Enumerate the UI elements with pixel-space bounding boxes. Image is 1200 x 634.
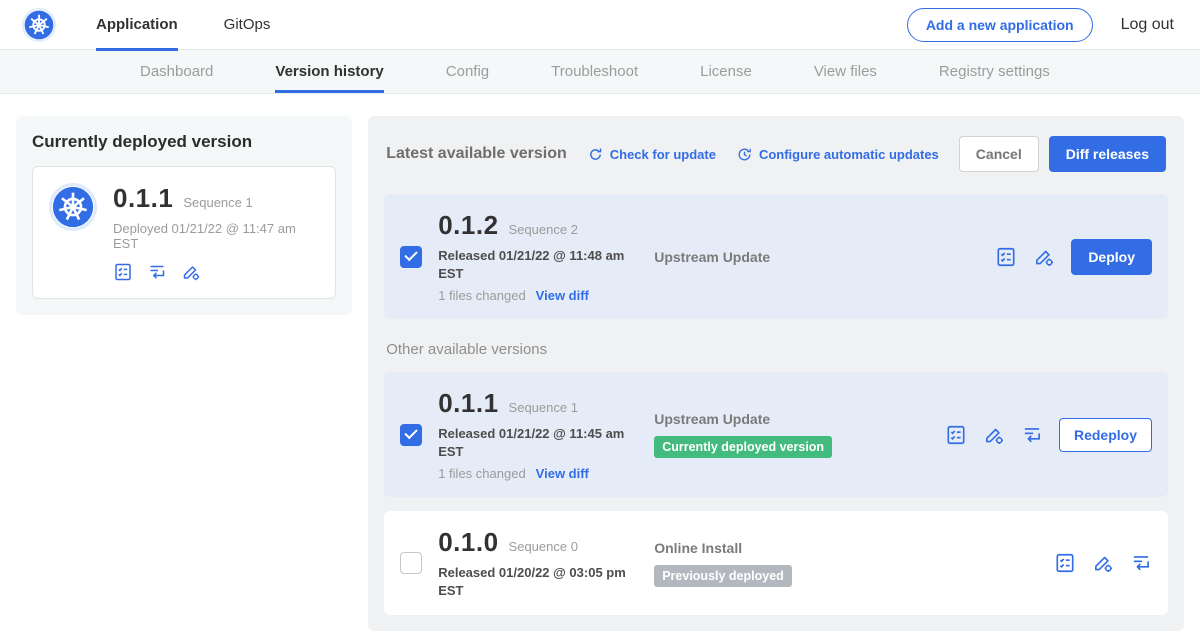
currently-deployed-card: Currently deployed version 0.1.1 Sequenc… (16, 116, 352, 315)
top-nav: Application GitOps Add a new application… (0, 0, 1200, 50)
app-subnav: Dashboard Version history Config Trouble… (0, 50, 1200, 94)
cancel-button[interactable]: Cancel (959, 136, 1039, 172)
version-checkbox[interactable] (400, 552, 422, 574)
currently-deployed-badge: Currently deployed version (654, 436, 832, 458)
sequence-label: Sequence 1 (509, 400, 578, 415)
view-diff-link[interactable]: View diff (536, 466, 589, 481)
latest-available-title: Latest available version (386, 145, 567, 163)
version-number: 0.1.1 (438, 388, 498, 419)
subnav-item-view-files[interactable]: View files (814, 50, 877, 93)
deployed-version-card: 0.1.1 Sequence 1 Deployed 01/21/22 @ 11:… (32, 166, 336, 299)
deployed-timestamp: Deployed 01/21/22 @ 11:47 am EST (113, 221, 319, 251)
add-application-button[interactable]: Add a new application (907, 8, 1093, 42)
version-source-label: Online Install (654, 540, 1038, 556)
subnav-item-troubleshoot[interactable]: Troubleshoot (551, 50, 638, 93)
diff-icon[interactable] (1021, 424, 1043, 446)
files-changed-label: 1 files changed (438, 288, 525, 303)
panel-header: Latest available version Check for updat… (384, 132, 1168, 180)
release-notes-icon[interactable] (995, 246, 1017, 268)
released-timestamp: Released 01/20/22 @ 03:05 pm EST (438, 564, 628, 599)
refresh-icon (587, 146, 604, 163)
released-timestamp: Released 01/21/22 @ 11:48 am EST (438, 247, 628, 282)
version-row-0-1-0: 0.1.0 Sequence 0 Released 01/20/22 @ 03:… (384, 511, 1168, 615)
diff-icon[interactable] (1130, 552, 1152, 574)
view-diff-link[interactable]: View diff (536, 288, 589, 303)
edit-config-icon[interactable] (983, 424, 1005, 446)
release-notes-icon[interactable] (1054, 552, 1076, 574)
version-number: 0.1.2 (438, 210, 498, 241)
top-tab-gitops[interactable]: GitOps (224, 0, 271, 50)
clock-refresh-icon (736, 146, 753, 163)
version-row-0-1-1: 0.1.1 Sequence 1 Released 01/21/22 @ 11:… (384, 372, 1168, 497)
subnav-item-config[interactable]: Config (446, 50, 489, 93)
diff-icon[interactable] (147, 262, 167, 282)
check-for-update-link[interactable]: Check for update (587, 146, 716, 163)
check-for-update-label: Check for update (610, 147, 716, 162)
configure-automatic-updates-label: Configure automatic updates (759, 147, 939, 162)
configure-automatic-updates-link[interactable]: Configure automatic updates (736, 146, 939, 163)
app-kubernetes-icon (49, 183, 97, 231)
previously-deployed-badge: Previously deployed (654, 565, 792, 587)
version-row-0-1-2: 0.1.2 Sequence 2 Released 01/21/22 @ 11:… (384, 194, 1168, 319)
sequence-label: Sequence 2 (509, 222, 578, 237)
diff-releases-button[interactable]: Diff releases (1049, 136, 1166, 172)
edit-config-icon[interactable] (1033, 246, 1055, 268)
version-source-label: Upstream Update (654, 249, 979, 265)
version-checkbox[interactable] (400, 246, 422, 268)
release-notes-icon[interactable] (945, 424, 967, 446)
subnav-item-dashboard[interactable]: Dashboard (140, 50, 213, 93)
deploy-button[interactable]: Deploy (1071, 239, 1152, 275)
edit-config-icon[interactable] (1092, 552, 1114, 574)
currently-deployed-title: Currently deployed version (32, 132, 336, 152)
files-changed-label: 1 files changed (438, 466, 525, 481)
top-tab-application[interactable]: Application (96, 0, 178, 50)
subnav-item-registry-settings[interactable]: Registry settings (939, 50, 1050, 93)
kubernetes-logo-icon (22, 8, 56, 42)
deployed-version-number: 0.1.1 (113, 183, 173, 214)
release-notes-icon[interactable] (113, 262, 133, 282)
version-source-label: Upstream Update (654, 411, 929, 427)
edit-config-icon[interactable] (181, 262, 201, 282)
version-checkbox[interactable] (400, 424, 422, 446)
released-timestamp: Released 01/21/22 @ 11:45 am EST (438, 425, 628, 460)
sequence-label: Sequence 0 (509, 539, 578, 554)
version-history-panel: Latest available version Check for updat… (368, 116, 1184, 631)
version-number: 0.1.0 (438, 527, 498, 558)
redeploy-button[interactable]: Redeploy (1059, 418, 1152, 452)
deployed-sequence-label: Sequence 1 (183, 195, 252, 210)
subnav-item-version-history[interactable]: Version history (275, 50, 383, 93)
subnav-item-license[interactable]: License (700, 50, 752, 93)
logout-button[interactable]: Log out (1121, 16, 1174, 34)
other-available-versions-title: Other available versions (386, 341, 1166, 358)
main-content: Currently deployed version 0.1.1 Sequenc… (0, 94, 1200, 631)
